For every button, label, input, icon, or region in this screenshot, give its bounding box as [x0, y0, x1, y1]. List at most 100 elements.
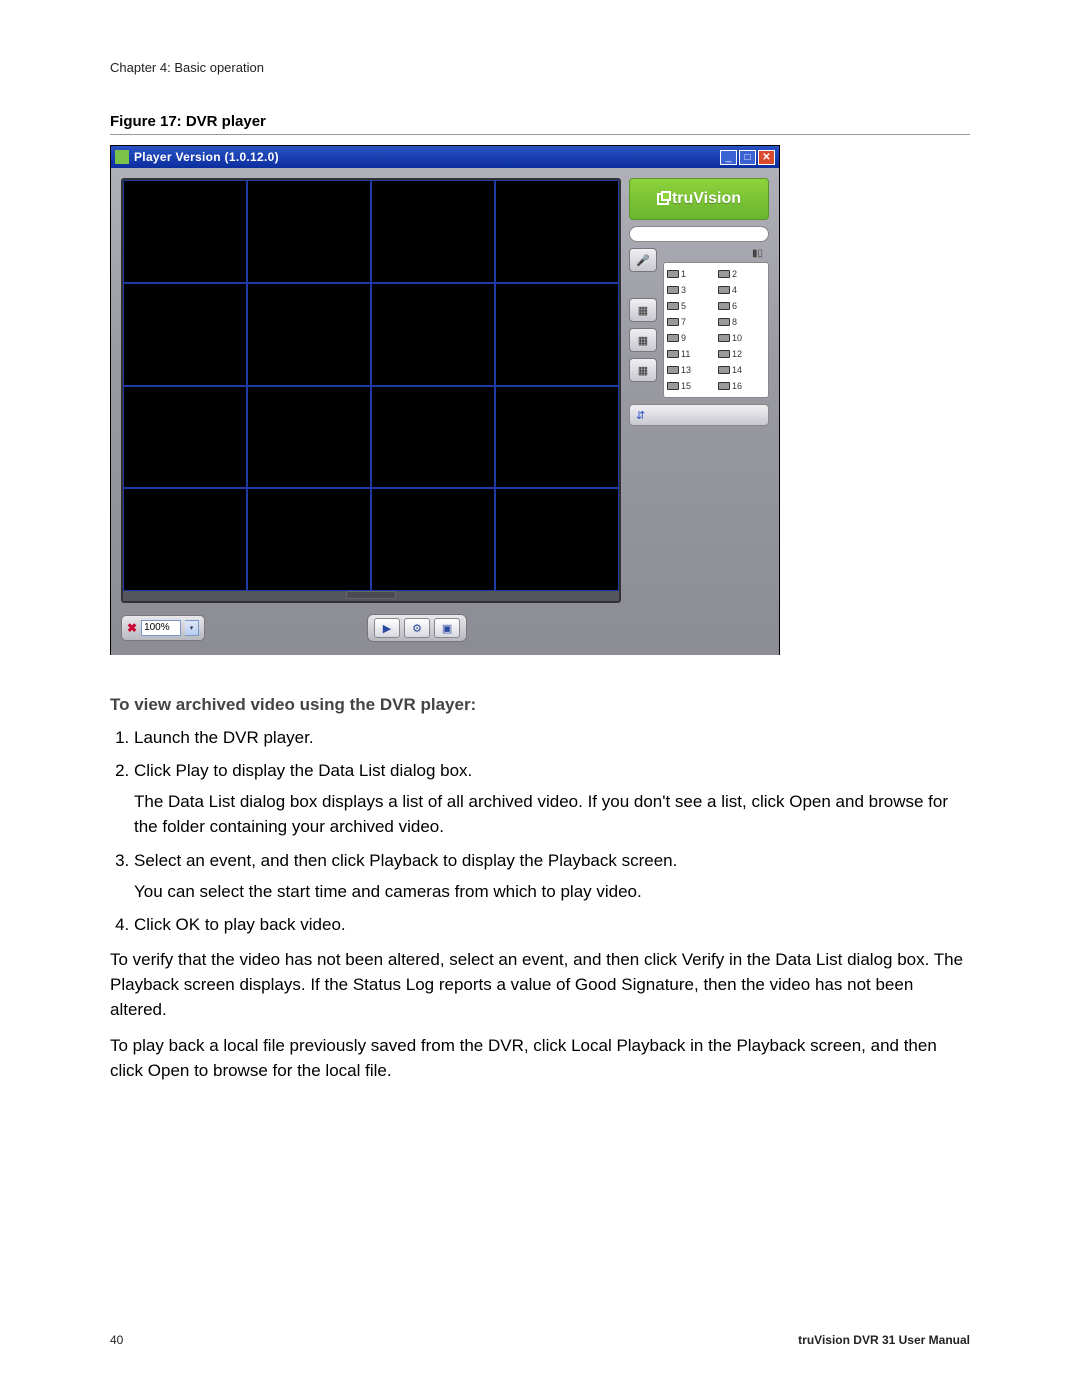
video-cell[interactable]	[247, 386, 371, 489]
layout-2x2-button[interactable]: ▦	[629, 298, 657, 322]
video-cell[interactable]	[495, 283, 619, 386]
minimize-button[interactable]: _	[720, 150, 737, 165]
window-title: Player Version (1.0.12.0)	[134, 150, 718, 164]
channel-item[interactable]: 12	[718, 347, 765, 361]
step-item: Click Play to display the Data List dial…	[134, 758, 970, 839]
audio-button[interactable]: 🎤	[629, 248, 657, 272]
video-cell[interactable]	[123, 283, 247, 386]
channel-item[interactable]: 13	[667, 363, 714, 377]
gear-icon: ⚙	[412, 622, 422, 635]
section-heading: To view archived video using the DVR pla…	[110, 695, 970, 715]
video-cell[interactable]	[495, 386, 619, 489]
video-cell[interactable]	[371, 488, 495, 591]
channel-item[interactable]: 5	[667, 299, 714, 313]
battery-icon: ▮▯	[663, 248, 769, 260]
settings-button[interactable]: ⚙	[404, 618, 430, 638]
channel-item[interactable]: 15	[667, 379, 714, 393]
camera-icon	[718, 366, 730, 374]
page-number: 40	[110, 1333, 123, 1347]
video-cell[interactable]	[371, 180, 495, 283]
camera-icon	[667, 382, 679, 390]
zoom-input[interactable]: 100%	[141, 620, 181, 636]
video-cell[interactable]	[371, 283, 495, 386]
channel-item[interactable]: 1	[667, 267, 714, 281]
chapter-header: Chapter 4: Basic operation	[110, 60, 970, 75]
step-item: Select an event, and then click Playback…	[134, 848, 970, 904]
camera-icon	[718, 302, 730, 310]
camera-icon	[718, 286, 730, 294]
status-strip	[629, 226, 769, 242]
channel-item[interactable]: 7	[667, 315, 714, 329]
camera-icon	[718, 334, 730, 342]
page-footer: 40 truVision DVR 31 User Manual	[110, 1333, 970, 1347]
channel-item[interactable]: 10	[718, 331, 765, 345]
channel-item[interactable]: 14	[718, 363, 765, 377]
camera-icon	[718, 270, 730, 278]
step-item: Click OK to play back video.	[134, 912, 970, 937]
manual-title: truVision DVR 31 User Manual	[798, 1333, 970, 1347]
paragraph: To play back a local file previously sav…	[110, 1033, 970, 1083]
logo-icon	[657, 193, 669, 205]
video-cell[interactable]	[495, 180, 619, 283]
grid-4x4-icon: ▦	[638, 364, 648, 377]
paragraph: To verify that the video has not been al…	[110, 947, 970, 1022]
network-icon: ⇵	[636, 409, 645, 422]
network-button[interactable]: ⇵	[629, 404, 769, 426]
camera-icon	[718, 318, 730, 326]
channel-item[interactable]: 16	[718, 379, 765, 393]
camera-icon	[667, 318, 679, 326]
video-cell[interactable]	[495, 488, 619, 591]
video-grid-area	[121, 178, 621, 603]
resize-handle[interactable]	[123, 591, 619, 601]
video-cell[interactable]	[123, 488, 247, 591]
logo-text: truVision	[672, 190, 741, 208]
grid-3x3-icon: ▦	[638, 334, 648, 347]
camera-icon	[667, 286, 679, 294]
zoom-control: ✖ 100%▾	[121, 615, 205, 641]
layout-4x4-button[interactable]: ▦	[629, 358, 657, 382]
channel-list: 1 2 3 4 5 6 7 8 9 10 11 12 13	[663, 262, 769, 398]
channel-item[interactable]: 8	[718, 315, 765, 329]
channel-item[interactable]: 9	[667, 331, 714, 345]
video-cell[interactable]	[247, 180, 371, 283]
close-button[interactable]: ✕	[758, 150, 775, 165]
mic-icon: 🎤	[636, 254, 650, 267]
image-icon: ▣	[442, 622, 452, 635]
bottom-toolbar: ✖ 100%▾ ▶ ⚙ ▣	[121, 611, 769, 645]
camera-icon	[667, 350, 679, 358]
grid-2x2-icon: ▦	[638, 304, 648, 317]
camera-icon	[667, 334, 679, 342]
camera-icon	[667, 366, 679, 374]
play-icon: ▶	[383, 622, 391, 635]
logo: truVision	[629, 178, 769, 220]
video-cell[interactable]	[371, 386, 495, 489]
step-item: Launch the DVR player.	[134, 725, 970, 750]
steps-list: Launch the DVR player. Click Play to dis…	[110, 725, 970, 937]
camera-icon	[667, 270, 679, 278]
maximize-button[interactable]: □	[739, 150, 756, 165]
snapshot-button[interactable]: ▣	[434, 618, 460, 638]
step-subtext: You can select the start time and camera…	[134, 879, 970, 904]
channel-item[interactable]: 2	[718, 267, 765, 281]
channel-item[interactable]: 11	[667, 347, 714, 361]
layout-3x3-button[interactable]: ▦	[629, 328, 657, 352]
video-cell[interactable]	[247, 283, 371, 386]
titlebar: Player Version (1.0.12.0) _ □ ✕	[111, 146, 779, 168]
video-cell[interactable]	[123, 386, 247, 489]
fit-icon[interactable]: ✖	[127, 621, 137, 635]
figure-caption: Figure 17: DVR player	[110, 113, 970, 135]
video-cell[interactable]	[123, 180, 247, 283]
playback-controls: ▶ ⚙ ▣	[367, 614, 467, 642]
channel-item[interactable]: 3	[667, 283, 714, 297]
video-grid[interactable]	[123, 180, 619, 591]
channel-item[interactable]: 6	[718, 299, 765, 313]
zoom-dropdown[interactable]: ▾	[185, 620, 199, 636]
dvr-player-window: Player Version (1.0.12.0) _ □ ✕ truVisio…	[110, 145, 780, 655]
channel-item[interactable]: 4	[718, 283, 765, 297]
app-icon	[115, 150, 129, 164]
camera-icon	[718, 350, 730, 358]
player-body: truVision 🎤 ▦ ▦ ▦ ▮▯ 1 2	[111, 168, 779, 655]
play-button[interactable]: ▶	[374, 618, 400, 638]
right-panel: truVision 🎤 ▦ ▦ ▦ ▮▯ 1 2	[629, 178, 769, 603]
video-cell[interactable]	[247, 488, 371, 591]
